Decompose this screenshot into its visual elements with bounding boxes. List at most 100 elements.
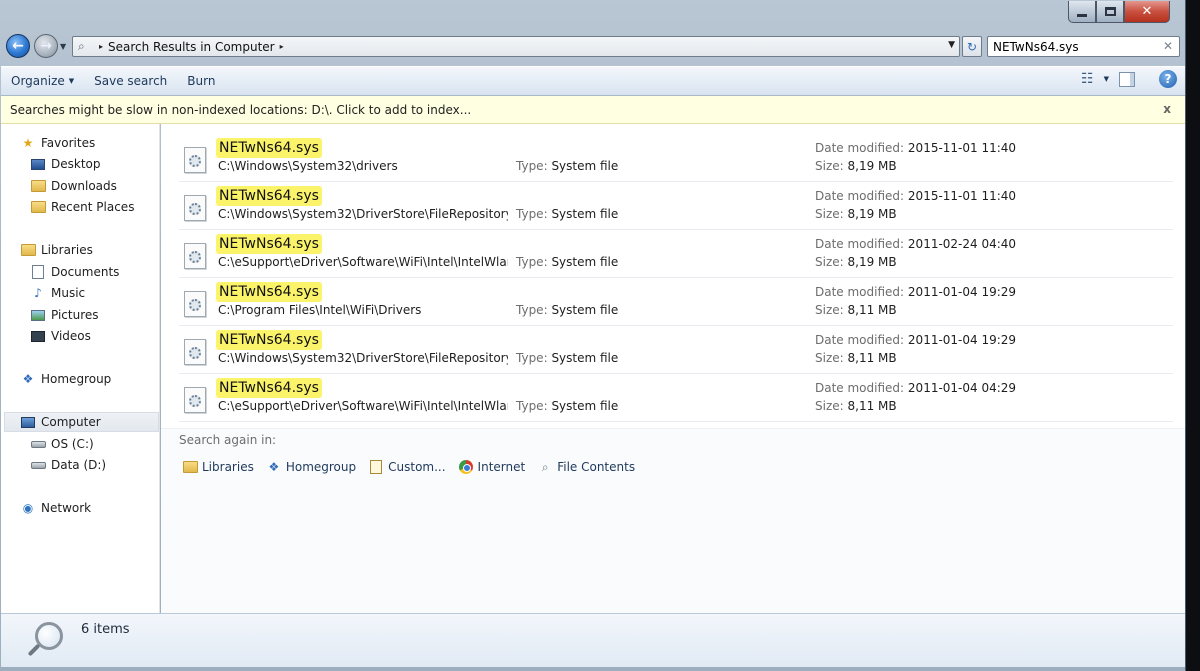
preview-pane-icon[interactable] [1119, 71, 1135, 87]
view-options-dropdown[interactable]: ▼ [1104, 75, 1109, 83]
result-row[interactable]: NETwNs64.sys C:\eSupport\eDriver\Softwar… [179, 230, 1173, 278]
sidebar-item-favorites[interactable]: ★ Favorites [20, 133, 96, 153]
size-value: 8,19 MB [847, 207, 897, 221]
videos-icon-wrap [30, 328, 46, 344]
change-view-icon[interactable]: ☷ [1081, 71, 1094, 87]
navigation-pane: ★ Favorites Desktop Downloads Recent Pla… [1, 124, 160, 613]
close-button[interactable]: ✕ [1124, 1, 1170, 23]
result-file-name[interactable]: NETwNs64.sys [216, 330, 322, 350]
index-info-bar[interactable]: Searches might be slow in non-indexed lo… [1, 96, 1185, 124]
address-dropdown-icon[interactable]: ▼ [948, 40, 955, 50]
minimize-button[interactable] [1068, 1, 1096, 23]
result-row[interactable]: NETwNs64.sys C:\Windows\System32\DriverS… [179, 326, 1173, 374]
sidebar-item-music[interactable]: ♪ Music [30, 283, 85, 303]
sidebar-item-documents[interactable]: Documents [30, 262, 119, 282]
save-search-label: Save search [94, 74, 168, 88]
result-date: Date modified: 2011-01-04 19:29 [815, 333, 1016, 347]
search-query[interactable]: NETwNs64.sys [993, 40, 1079, 54]
result-file-path: C:\Windows\System32\drivers [218, 159, 398, 173]
custom-icon-wrap [368, 459, 384, 475]
chevron-down-icon: ▼ [68, 77, 75, 85]
result-file-name[interactable]: NETwNs64.sys [216, 378, 322, 398]
result-type: Type: System file [516, 159, 618, 173]
refresh-button[interactable]: ↻ [962, 36, 982, 57]
search-input[interactable]: NETwNs64.sys ✕ [987, 36, 1180, 57]
desktop-icon [31, 158, 45, 170]
result-type: Type: System file [516, 207, 618, 221]
result-file-path: C:\eSupport\eDriver\Software\WiFi\Intel\… [218, 399, 508, 413]
search-again-section: Search again in: Libraries ❖ Homegroup C… [161, 428, 1185, 613]
sidebar-item-videos[interactable]: Videos [30, 326, 91, 346]
pictures-icon [31, 309, 45, 321]
back-arrow-icon: ← [12, 38, 24, 54]
info-bar-close-icon[interactable]: x [1163, 102, 1171, 116]
sidebar-item-libraries[interactable]: Libraries [20, 240, 93, 260]
sidebar-item-label: Music [51, 286, 86, 300]
sidebar-item-label: Homegroup [41, 372, 112, 386]
maximize-button[interactable] [1096, 1, 1124, 23]
date-value: 2015-11-01 11:40 [907, 189, 1017, 203]
back-button[interactable]: ← [6, 34, 30, 58]
result-size: Size: 8,19 MB [815, 159, 897, 173]
breadcrumb-trail-separator[interactable]: ▸ [280, 42, 284, 51]
search-again-custom[interactable]: Custom... [368, 459, 446, 475]
search-again-homegroup[interactable]: ❖ Homegroup [266, 459, 356, 475]
sidebar-item-label: Videos [51, 329, 91, 343]
details-pane: 6 items [1, 613, 1185, 667]
size-label: Size: [815, 351, 844, 365]
sidebar-item-label: Favorites [41, 136, 96, 150]
result-size: Size: 8,11 MB [815, 303, 897, 317]
system-file-icon [184, 387, 206, 413]
breadcrumb-separator[interactable]: ▸ [99, 42, 103, 51]
sidebar-item-label: Computer [41, 415, 101, 429]
gear-icon [189, 251, 201, 263]
sidebar-item-downloads[interactable]: Downloads [30, 176, 117, 196]
date-value: 2011-01-04 19:29 [907, 333, 1017, 347]
search-again-internet[interactable]: Internet [458, 459, 526, 475]
result-file-path: C:\Program Files\Intel\WiFi\Drivers [218, 303, 422, 317]
type-value: System file [551, 303, 619, 317]
breadcrumb-search-results[interactable]: Search Results in Computer [108, 40, 275, 54]
result-file-name[interactable]: NETwNs64.sys [216, 234, 322, 254]
sidebar-item-computer[interactable]: Computer [4, 412, 159, 432]
system-file-icon [184, 147, 206, 173]
date-value: 2011-01-04 04:29 [907, 381, 1017, 395]
address-bar[interactable]: ⌕ ▸ Search Results in Computer ▸ ▼ [72, 36, 960, 57]
result-file-name[interactable]: NETwNs64.sys [216, 138, 322, 158]
result-row[interactable]: NETwNs64.sys C:\Windows\System32\drivers… [179, 134, 1173, 182]
sidebar-item-pictures[interactable]: Pictures [30, 305, 99, 325]
size-value: 8,11 MB [847, 399, 897, 413]
info-bar-text[interactable]: Searches might be slow in non-indexed lo… [10, 103, 471, 117]
result-row[interactable]: NETwNs64.sys C:\Program Files\Intel\WiFi… [179, 278, 1173, 326]
organize-button[interactable]: Organize ▼ [1, 69, 84, 93]
date-label: Date modified: [815, 333, 905, 347]
sidebar-item-label: Downloads [51, 179, 117, 193]
libraries-icon-wrap [20, 242, 36, 258]
clear-search-icon[interactable]: ✕ [1163, 39, 1173, 53]
result-file-name[interactable]: NETwNs64.sys [216, 282, 322, 302]
search-again-custom-label: Custom... [388, 460, 446, 474]
burn-button[interactable]: Burn [177, 69, 225, 93]
sidebar-item-network[interactable]: ◉ Network [20, 498, 91, 518]
sidebar-item-os-c[interactable]: OS (C:) [30, 434, 94, 454]
save-search-button[interactable]: Save search [84, 69, 177, 93]
sidebar-item-desktop[interactable]: Desktop [30, 154, 101, 174]
result-type: Type: System file [516, 399, 618, 413]
sidebar-item-data-d[interactable]: Data (D:) [30, 455, 106, 475]
date-label: Date modified: [815, 285, 905, 299]
help-icon[interactable]: ? [1159, 70, 1177, 88]
date-value: 2011-01-04 19:29 [907, 285, 1017, 299]
result-file-name[interactable]: NETwNs64.sys [216, 186, 322, 206]
forward-button[interactable]: → [34, 34, 58, 58]
result-row[interactable]: NETwNs64.sys C:\Windows\System32\DriverS… [179, 182, 1173, 230]
sidebar-item-homegroup[interactable]: ❖ Homegroup [20, 369, 112, 389]
result-date: Date modified: 2011-01-04 04:29 [815, 381, 1016, 395]
search-again-file-contents[interactable]: ⌕ File Contents [537, 459, 635, 475]
type-label: Type: [516, 255, 548, 269]
search-again-libraries[interactable]: Libraries [182, 459, 254, 475]
result-row[interactable]: NETwNs64.sys C:\eSupport\eDriver\Softwar… [179, 374, 1173, 422]
search-again-internet-label: Internet [477, 460, 526, 474]
recent-pages-dropdown[interactable]: ▼ [60, 42, 66, 51]
sidebar-item-recent-places[interactable]: Recent Places [30, 197, 134, 217]
libraries-icon-wrap [182, 459, 198, 475]
